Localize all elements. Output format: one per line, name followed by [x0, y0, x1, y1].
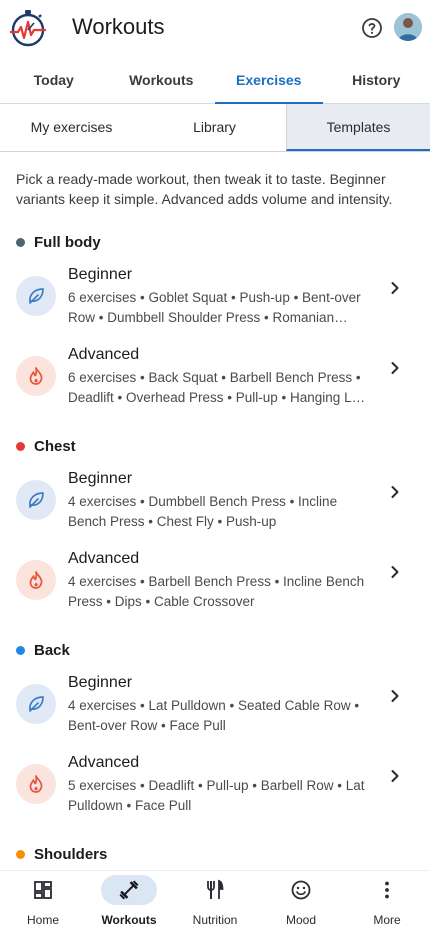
section-header: Shoulders	[16, 844, 107, 864]
nav-label: Workouts	[101, 913, 157, 927]
tab-exercises[interactable]: Exercises	[215, 60, 323, 104]
nav-mood-pill	[273, 875, 329, 905]
tab-history[interactable]: History	[323, 60, 430, 103]
template-chest-advanced[interactable]: Advanced 4 exercises • Barbell Bench Pre…	[0, 550, 430, 626]
template-level: Beginner	[68, 674, 133, 691]
section-header: Chest	[16, 436, 76, 456]
tab-workouts[interactable]: Workouts	[108, 60, 216, 103]
section-color-dot	[16, 645, 25, 655]
template-back-advanced[interactable]: Advanced 5 exercises • Deadlift • Pull-u…	[0, 754, 430, 830]
section-color-dot	[16, 441, 25, 451]
section-color-dot	[16, 849, 25, 859]
utensils-icon	[207, 879, 224, 899]
nav-more[interactable]: More	[344, 871, 430, 932]
user-avatar-icon	[394, 13, 422, 41]
leaf-icon	[16, 480, 56, 520]
smiley-icon	[291, 880, 311, 900]
dashboard-icon	[34, 881, 52, 899]
template-description: 6 exercises • Goblet Squat • Push-up • B…	[68, 290, 361, 325]
chevron-right-icon	[391, 282, 399, 294]
flame-icon	[16, 356, 56, 396]
bottom-navigation: Home Workouts Nutrition Mood More	[0, 870, 430, 932]
template-level: Beginner	[68, 470, 133, 487]
templates-list[interactable]: Pick a ready-made workout, then tweak it…	[0, 152, 430, 870]
nav-more-pill	[359, 875, 415, 905]
nav-home-pill	[15, 875, 71, 905]
fitness-icon	[119, 880, 139, 900]
flame-icon	[16, 560, 56, 600]
app-title: Workouts	[72, 14, 165, 39]
template-level: Advanced	[68, 346, 140, 363]
section-title: Back	[34, 641, 70, 659]
section-title: Chest	[34, 437, 76, 455]
app-bar: Workouts	[0, 0, 430, 56]
nav-nutrition-pill	[187, 875, 243, 905]
template-level: Advanced	[68, 754, 140, 771]
intro-text: Pick a ready-made workout, then tweak it…	[16, 171, 393, 207]
chevron-right-icon	[391, 770, 399, 782]
nav-mood[interactable]: Mood	[258, 871, 344, 932]
top-tabs: Today Workouts Exercises History	[0, 60, 430, 104]
template-description: 4 exercises • Barbell Bench Press • Incl…	[68, 574, 365, 609]
template-full-body-advanced[interactable]: Advanced 6 exercises • Back Squat • Barb…	[0, 346, 430, 422]
nav-label: Home	[26, 913, 59, 927]
template-description: 4 exercises • Lat Pulldown • Seated Cabl…	[68, 698, 360, 733]
section-header: Full body	[16, 232, 101, 252]
template-description: 4 exercises • Dumbbell Bench Press • Inc…	[68, 494, 338, 529]
chevron-right-icon	[391, 566, 399, 578]
subtab-templates[interactable]: Templates	[286, 104, 430, 151]
template-back-beginner[interactable]: Beginner 4 exercises • Lat Pulldown • Se…	[0, 674, 430, 750]
section-title: Full body	[34, 233, 101, 251]
section-title: Shoulders	[34, 845, 108, 863]
section-color-dot	[16, 237, 25, 247]
section-header: Back	[16, 640, 70, 660]
stopwatch-heartbeat-logo	[10, 10, 46, 47]
template-level: Advanced	[68, 550, 140, 567]
flame-icon	[16, 764, 56, 804]
chevron-right-icon	[391, 690, 399, 702]
avatar[interactable]	[394, 13, 422, 41]
template-level: Beginner	[68, 266, 133, 283]
sub-tabs: My exercises Library Templates	[0, 104, 430, 152]
template-full-body-beginner[interactable]: Beginner 6 exercises • Goblet Squat • Pu…	[0, 266, 430, 342]
nav-workouts-pill	[101, 875, 157, 905]
leaf-icon	[16, 276, 56, 316]
chevron-right-icon	[391, 486, 399, 498]
help-icon[interactable]	[360, 16, 384, 40]
nav-label: More	[373, 913, 401, 927]
nav-nutrition[interactable]: Nutrition	[172, 871, 258, 932]
nav-label: Mood	[285, 913, 317, 927]
nav-workouts[interactable]: Workouts	[86, 871, 172, 932]
nav-label: Nutrition	[192, 913, 238, 927]
template-description: 6 exercises • Back Squat • Barbell Bench…	[68, 370, 367, 405]
nav-home[interactable]: Home	[0, 871, 86, 932]
more-vertical-icon	[385, 881, 389, 899]
template-chest-beginner[interactable]: Beginner 4 exercises • Dumbbell Bench Pr…	[0, 470, 430, 546]
template-description: 5 exercises • Deadlift • Pull-up • Barbe…	[68, 778, 365, 813]
leaf-icon	[16, 684, 56, 724]
subtab-library[interactable]: Library	[143, 104, 286, 151]
tab-today[interactable]: Today	[0, 60, 108, 103]
subtab-my-exercises[interactable]: My exercises	[0, 104, 143, 151]
chevron-right-icon	[391, 362, 399, 374]
